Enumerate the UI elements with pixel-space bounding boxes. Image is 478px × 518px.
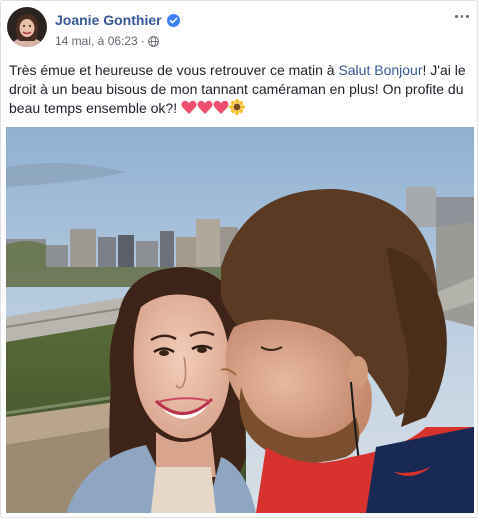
more-options-icon[interactable]: [455, 11, 470, 21]
verified-badge-icon: [166, 13, 180, 27]
globe-icon[interactable]: [147, 35, 159, 47]
selfie-photo[interactable]: [6, 127, 474, 513]
heart-emoji: [213, 100, 229, 120]
author-name[interactable]: Joanie Gonthier: [55, 11, 162, 29]
heart-emoji: [181, 100, 197, 120]
meta-separator: ·: [140, 34, 145, 48]
post-text-before: Très émue et heureuse de vous retrouver …: [9, 62, 339, 78]
post-timestamp[interactable]: 14 mai, à 06:23: [55, 34, 138, 48]
facebook-post: Joanie Gonthier 14 mai, à 06:23 · Très é…: [0, 0, 478, 518]
heart-emoji: [197, 100, 213, 120]
post-text-link[interactable]: Salut Bonjour: [338, 62, 422, 78]
author-avatar[interactable]: [7, 7, 47, 47]
sunflower-emoji: [229, 99, 245, 120]
author-row: Joanie Gonthier: [55, 11, 180, 29]
post-text: Très émue et heureuse de vous retrouver …: [9, 61, 473, 120]
post-meta: 14 mai, à 06:23 ·: [55, 34, 159, 48]
